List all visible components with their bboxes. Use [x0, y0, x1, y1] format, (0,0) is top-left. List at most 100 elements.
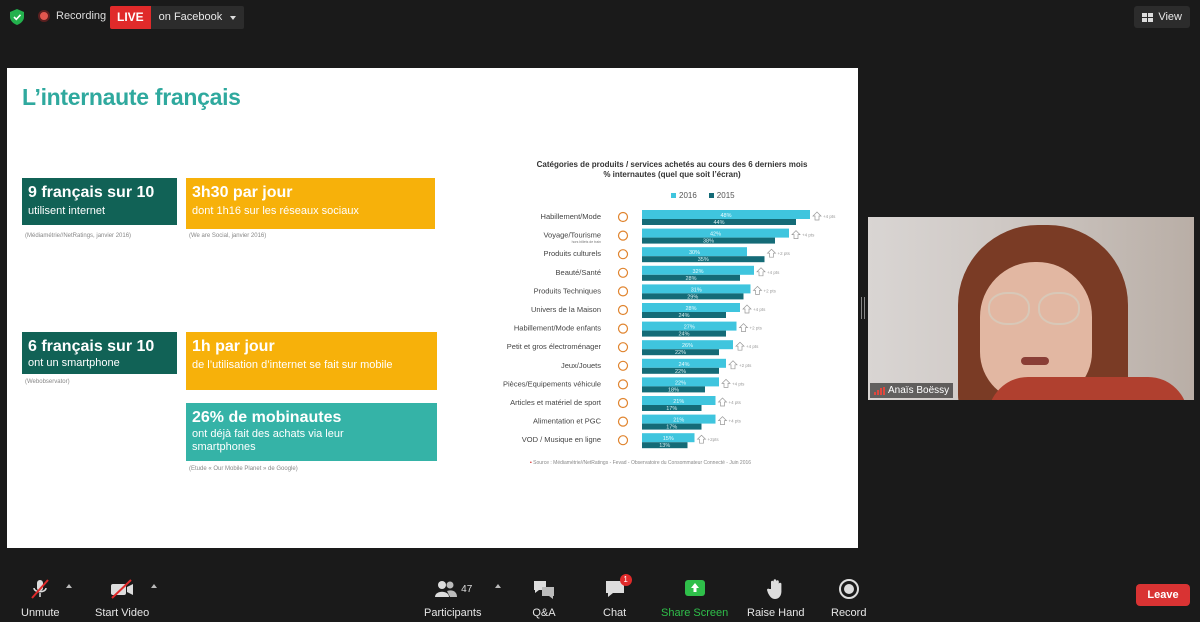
data-label-2016: 30% [689, 250, 700, 256]
record-button[interactable]: Record [831, 578, 866, 619]
category-label: VOD / Musique en ligne [522, 435, 601, 444]
category-label: Jeux/Jouets [561, 361, 601, 370]
category-label: Habillement/Mode enfants [514, 324, 601, 333]
participants-options-chevron-icon[interactable] [495, 584, 501, 588]
increase-arrow-icon [766, 248, 777, 258]
change-label: +2 pts [750, 326, 763, 331]
stat-text: de l’utilisation d’internet se fait sur … [192, 359, 393, 371]
data-label-2016: 31% [691, 287, 702, 293]
participants-icon: 47 [433, 578, 472, 600]
increase-arrow-icon [696, 434, 707, 444]
livestream-menu[interactable]: LIVE on Facebook [110, 6, 245, 29]
raise-hand-icon [766, 578, 786, 600]
data-label-2015: 38% [703, 239, 714, 245]
purchase-categories-chart: Habillement/Mode 48%44% +4 pts Voyage/Touri… [503, 210, 836, 449]
meeting-toolbar: Unmute Start Video 47 Participants Q&A 1… [0, 570, 1200, 622]
data-label-2015: 24% [678, 313, 689, 319]
video-off-icon [109, 578, 135, 600]
view-button[interactable]: View [1134, 6, 1190, 28]
recording-indicator[interactable]: Recording [38, 10, 106, 22]
video-options-chevron-icon[interactable] [151, 584, 157, 588]
share-screen-button[interactable]: Share Screen [661, 578, 728, 619]
legend-item-2016: 2016 [671, 191, 697, 200]
video-person-shirt [988, 377, 1188, 400]
chart-source: • Source : Médiamétrie//NetRatings - Fev… [530, 460, 752, 466]
meeting-top-bar: Recording LIVE on Facebook View [0, 0, 1200, 36]
stat-card-daily-time: 3h30 par jour dont 1h16 sur les réseaux … [186, 178, 435, 229]
leave-button[interactable]: Leave [1136, 584, 1190, 606]
recording-label: Recording [56, 10, 107, 22]
encryption-shield-icon[interactable] [10, 9, 24, 25]
data-label-2015: 24% [678, 332, 689, 338]
chart-legend: 2016 2015 [671, 191, 735, 200]
data-label-2015: 13% [659, 443, 670, 449]
participants-button[interactable]: 47 Participants [424, 578, 481, 619]
change-label: +4 pts [767, 270, 780, 275]
change-label: +4 pts [732, 381, 745, 386]
change-label: +4 pts [823, 214, 836, 219]
livestream-destination[interactable]: on Facebook [150, 6, 245, 29]
data-label-2016: 27% [684, 325, 695, 331]
car-icon [617, 379, 629, 390]
view-label: View [1158, 11, 1182, 23]
chart-source-text: Source : Médiamétrie//NetRatings - Fevad… [533, 460, 752, 466]
legend-label: 2016 [679, 191, 697, 200]
stat-card-mobile-time: 1h par jour de l’utilisation d’internet … [186, 332, 437, 390]
participant-video-tile[interactable]: Anaïs Boëssy [868, 217, 1194, 400]
chart-title-block: Catégories de produits / services acheté… [497, 160, 847, 180]
change-label: +4 pts [802, 233, 815, 238]
participants-label: Participants [424, 607, 482, 619]
stat-heading: 26% de mobinautes [192, 409, 342, 426]
stat-heading: 1h par jour [192, 338, 275, 355]
data-label-2016: 22% [675, 380, 686, 386]
category-label: Alimentation et PGC [533, 417, 602, 426]
slide-title: L’internaute français [22, 84, 241, 110]
increase-arrow-icon [728, 360, 738, 370]
change-label: +2 pts [739, 363, 752, 368]
legend-item-2015: 2015 [708, 191, 735, 200]
stat-card-smartphone: 6 français sur 10 ont un smartphone [22, 332, 177, 374]
stat-card-mobinautes: 26% de mobinautes ont déjà fait des acha… [186, 403, 437, 461]
category-label: Articles et matériel de sport [510, 398, 602, 407]
livestream-destination-label: on Facebook [158, 11, 223, 23]
category-label: Univers de la Maison [531, 305, 601, 314]
stat-source: (Webobservator) [25, 379, 70, 385]
headphones-icon [617, 435, 629, 446]
record-icon [838, 578, 860, 600]
data-label-2015: 17% [666, 425, 677, 431]
music-note-icon [617, 249, 629, 260]
stat-text: utilisent internet [28, 205, 106, 217]
data-label-2015: 44% [713, 220, 724, 226]
data-label-2016: 48% [720, 213, 731, 219]
raise-hand-button[interactable]: Raise Hand [747, 578, 804, 619]
category-label: Beauté/Santé [556, 268, 601, 277]
video-person-glasses [988, 292, 1030, 325]
panel-resize-handle[interactable] [861, 297, 865, 319]
participant-name-tag: Anaïs Boëssy [870, 383, 954, 398]
data-label-2016: 21% [673, 418, 684, 424]
grid-view-icon [1142, 12, 1154, 22]
chat-button[interactable]: 1 Chat [603, 574, 632, 619]
audio-options-chevron-icon[interactable] [66, 584, 72, 588]
house-icon [617, 304, 629, 316]
participant-count: 47 [461, 583, 473, 595]
increase-arrow-icon [742, 304, 752, 314]
stat-text: dont 1h16 sur les réseaux sociaux [192, 205, 359, 217]
change-label: +4 pts [753, 307, 766, 312]
stat-heading: 3h30 par jour [192, 184, 293, 201]
category-label: Petit et gros électroménager [507, 342, 602, 351]
category-label: Produits Techniques [534, 286, 602, 295]
raise-hand-label: Raise Hand [747, 607, 805, 619]
unmute-button[interactable]: Unmute [21, 578, 60, 619]
participant-name: Anaïs Boëssy [888, 385, 950, 396]
cart-icon [617, 416, 629, 427]
increase-arrow-icon [756, 267, 766, 277]
data-label-2015: 29% [687, 294, 698, 300]
start-video-button[interactable]: Start Video [95, 578, 149, 619]
data-label-2016: 24% [678, 362, 689, 368]
fridge-icon [617, 342, 629, 353]
change-label: +4 pts [729, 400, 742, 405]
recording-icon [38, 10, 50, 22]
data-label-2016: 28% [685, 306, 696, 312]
qa-button[interactable]: Q&A [532, 578, 556, 619]
